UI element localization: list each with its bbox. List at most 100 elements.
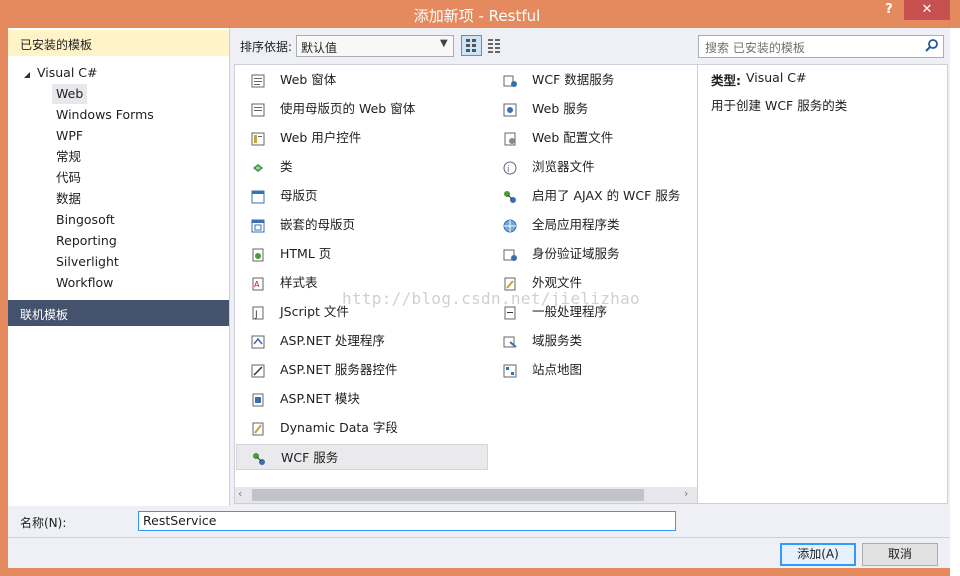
watermark-text: http://blog.csdn.net/jielizhao <box>342 289 640 308</box>
template-item[interactable]: 全局应用程序类 <box>488 212 728 238</box>
template-item-label: 全局应用程序类 <box>532 217 620 232</box>
template-item[interactable]: ASP.NET 处理程序 <box>236 328 476 354</box>
template-item-label: JScript 文件 <box>280 304 349 319</box>
template-item[interactable]: ASP.NET 服务器控件 <box>236 357 476 383</box>
template-item[interactable]: HTML 页 <box>236 241 476 267</box>
template-item-label: Web 服务 <box>532 101 589 116</box>
template-item-label: ASP.NET 服务器控件 <box>280 362 398 377</box>
name-field[interactable]: RestService <box>138 511 676 531</box>
window-title: 添加新项 - Restful <box>413 7 541 25</box>
domain-service-class-icon <box>502 333 518 349</box>
tree-item[interactable]: WPF <box>56 126 83 146</box>
module-icon <box>250 391 266 407</box>
template-item[interactable]: Web 用户控件 <box>236 125 476 151</box>
template-item[interactable]: WCF 服务 <box>236 444 488 470</box>
web-form-icon <box>250 72 266 88</box>
tree-item[interactable]: Windows Forms <box>56 105 154 125</box>
template-item[interactable]: 身份验证域服务 <box>488 241 728 267</box>
svg-text:J: J <box>254 310 258 320</box>
template-item[interactable]: Web 配置文件 <box>488 125 728 151</box>
template-category-panel <box>8 28 230 506</box>
auth-domain-service-icon <box>502 246 518 262</box>
template-item-label: Web 窗体 <box>280 72 337 87</box>
tree-item[interactable]: Silverlight <box>56 252 119 272</box>
template-item[interactable]: ASP.NET 模块 <box>236 386 476 412</box>
template-item-label: Web 用户控件 <box>280 130 362 145</box>
grid-view-icon <box>466 39 476 52</box>
close-button[interactable]: ✕ <box>904 0 950 20</box>
class-icon <box>250 159 266 175</box>
template-item[interactable]: 启用了 AJAX 的 WCF 服务 <box>488 183 728 209</box>
description-text: 用于创建 WCF 服务的类 <box>711 98 848 113</box>
expand-triangle-icon[interactable] <box>22 69 32 79</box>
template-item[interactable]: 母版页 <box>236 183 476 209</box>
tree-item[interactable]: 数据 <box>56 189 81 209</box>
cancel-button[interactable]: 取消 <box>862 543 938 566</box>
template-item-label: 身份验证域服务 <box>532 246 620 261</box>
template-item[interactable]: Dynamic Data 字段 <box>236 415 476 441</box>
master-page-icon <box>250 188 266 204</box>
name-label: 名称(N): <box>20 516 67 530</box>
template-item-label: 类 <box>280 159 293 174</box>
chevron-down-icon: ▼ <box>440 38 448 49</box>
template-item[interactable]: 使用母版页的 Web 窗体 <box>236 96 476 122</box>
template-item-label: 嵌套的母版页 <box>280 217 356 232</box>
background-window-edge <box>950 28 960 576</box>
tree-item[interactable]: 常规 <box>56 147 81 167</box>
handler-icon <box>250 333 266 349</box>
user-control-icon <box>250 130 266 146</box>
template-item-label: ASP.NET 模块 <box>280 391 360 406</box>
tree-item-visual-csharp[interactable]: Visual C# <box>37 63 98 83</box>
wcf-service-icon <box>251 450 267 466</box>
scroll-right-icon[interactable]: › <box>684 487 688 500</box>
tree-item[interactable]: Reporting <box>56 231 117 251</box>
template-item[interactable]: 嵌套的母版页 <box>236 212 476 238</box>
view-medium-icons-button[interactable] <box>461 35 482 56</box>
search-placeholder: 搜索 已安装的模板 <box>705 41 805 55</box>
template-item-label: Web 配置文件 <box>532 130 614 145</box>
web-config-icon <box>502 130 518 146</box>
template-item-label: 浏览器文件 <box>532 159 595 174</box>
view-small-icons-button[interactable] <box>484 35 505 56</box>
browser-file-icon: i <box>502 159 518 175</box>
template-item-label: 使用母版页的 Web 窗体 <box>280 101 416 116</box>
template-item-label: Dynamic Data 字段 <box>280 420 398 435</box>
stylesheet-icon: A <box>250 275 266 291</box>
tree-item[interactable]: Web <box>52 84 88 104</box>
search-icon[interactable] <box>924 38 940 54</box>
svg-text:i: i <box>507 165 510 175</box>
scroll-left-icon[interactable]: ‹ <box>238 487 242 500</box>
template-item-label: 母版页 <box>280 188 318 203</box>
global-app-class-icon <box>502 217 518 233</box>
online-templates-header[interactable]: 联机模板 <box>8 300 229 326</box>
template-item-label: 站点地图 <box>532 362 583 377</box>
template-item[interactable]: Web 服务 <box>488 96 728 122</box>
wcf-data-service-icon <box>502 72 518 88</box>
sort-dropdown[interactable]: 默认值 <box>296 35 454 57</box>
description-panel <box>698 64 948 504</box>
template-item[interactable]: 类 <box>236 154 476 180</box>
template-item-label: 启用了 AJAX 的 WCF 服务 <box>532 188 681 203</box>
type-label: 类型: <box>711 73 741 88</box>
server-control-icon <box>250 362 266 378</box>
template-item[interactable]: i 浏览器文件 <box>488 154 728 180</box>
installed-templates-header[interactable]: 已安装的模板 <box>8 30 229 56</box>
tree-item[interactable]: Workflow <box>56 273 113 293</box>
sort-label: 排序依据: <box>240 40 293 54</box>
add-button[interactable]: 添加(A) <box>780 543 856 566</box>
template-item-label: HTML 页 <box>280 246 332 261</box>
sitemap-icon <box>502 362 518 378</box>
tree-item[interactable]: 代码 <box>56 168 81 188</box>
jscript-file-icon: J <box>250 304 266 320</box>
ajax-wcf-icon <box>502 188 518 204</box>
template-item[interactable]: Web 窗体 <box>236 67 476 93</box>
scrollbar-thumb[interactable] <box>252 489 644 501</box>
html-page-icon <box>250 246 266 262</box>
help-button[interactable]: ? <box>878 2 900 20</box>
web-service-icon <box>502 101 518 117</box>
template-item[interactable]: 域服务类 <box>488 328 728 354</box>
template-item[interactable]: 站点地图 <box>488 357 728 383</box>
template-item[interactable]: WCF 数据服务 <box>488 67 728 93</box>
tree-item[interactable]: Bingosoft <box>56 210 115 230</box>
template-item-label: 域服务类 <box>532 333 583 348</box>
